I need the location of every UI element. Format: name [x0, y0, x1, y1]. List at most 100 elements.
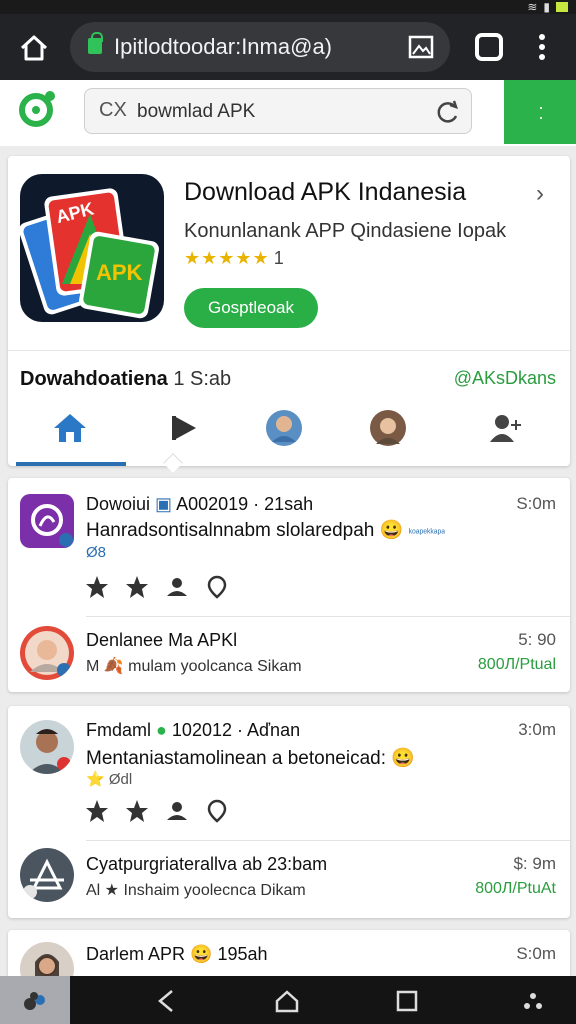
reply-time: 5: 90 — [518, 630, 556, 649]
share-user-icon[interactable] — [164, 798, 190, 824]
search-header: CX bowmlad APK · · — [0, 80, 576, 146]
post-actions — [84, 574, 230, 604]
more-options-tab[interactable]: · · — [504, 80, 576, 144]
status-bar: ≋ ▮ — [0, 0, 576, 14]
developer-handle[interactable]: @AKsDkans — [454, 368, 556, 389]
star-icon[interactable] — [124, 574, 150, 600]
feed-card: Fmdaml ● 102012 · Aďnan 3:0m Mentaniasta… — [8, 706, 570, 918]
post-date: A002019 · 21sah — [176, 494, 314, 514]
download-button[interactable]: Gosptleoak — [184, 288, 318, 328]
more-icon[interactable] — [520, 988, 546, 1014]
reply-link[interactable]: 800Л/Ptual — [478, 656, 556, 674]
tabs-icon[interactable] — [474, 32, 504, 62]
reply-meta: Al ★ Inshaim yoolecnca Dikam — [86, 882, 306, 899]
post-title: Fmdaml ● 102012 · Aďnan — [86, 720, 300, 741]
app-card: APK APK Download APK Indanesia › Konunla… — [8, 156, 570, 473]
post-date: 102012 · Aďnan — [171, 720, 301, 740]
user-photo-icon — [28, 729, 71, 774]
rating-stars: ★★★★★ — [184, 248, 270, 268]
post-avatar[interactable] — [20, 494, 74, 548]
verified-icon: ▣ — [155, 494, 173, 514]
wifi-icon: ≋ — [527, 0, 538, 14]
reply-meta: M 🍂 mulam yoolcanca Sikam — [86, 658, 302, 675]
location-icon[interactable] — [204, 574, 230, 600]
chevron-right-icon[interactable]: › — [536, 180, 544, 208]
app-logo-icon — [31, 504, 73, 547]
post-date: 195ah — [217, 944, 268, 964]
rating-count: 1 — [273, 248, 285, 268]
reply-title: Cyatpurgriaterallva ab 23:bam — [86, 854, 328, 874]
people-icon[interactable] — [486, 408, 526, 448]
triangle-logo-icon — [23, 858, 64, 899]
home-icon[interactable] — [274, 988, 300, 1014]
star-icon[interactable] — [84, 574, 110, 600]
divider — [8, 350, 570, 351]
post-time: 3:0m — [518, 720, 556, 739]
svg-text:APK: APK — [96, 260, 143, 285]
post-author[interactable]: Darlem APR 😀 — [86, 944, 212, 964]
developer-name[interactable]: Dowahdoatiena — [20, 368, 168, 390]
app-logo-icon[interactable] — [18, 88, 58, 128]
address-bar[interactable]: Ipitlodtoodar:Inma@a) — [70, 22, 450, 72]
avatar-icon[interactable] — [264, 408, 304, 448]
home-icon[interactable] — [50, 408, 90, 448]
lock-icon — [88, 32, 103, 54]
back-icon[interactable] — [154, 988, 180, 1014]
more-dots-icon: · · — [538, 97, 544, 127]
battery-icon — [556, 2, 568, 12]
developer-meta: 1 S:ab — [173, 368, 232, 390]
star-icon[interactable] — [84, 798, 110, 824]
reply-avatar[interactable] — [20, 626, 74, 680]
post-body-small: ᵏᵒᵃᵖᵉᵏᵏᵃᵖᵃ — [408, 528, 445, 539]
search-input[interactable]: bowmlad APK — [137, 101, 255, 123]
app-icon[interactable]: APK APK — [20, 174, 164, 322]
reply-link[interactable]: 800Л/PtuAt — [475, 880, 556, 898]
post-title: Dowoiui ▣ A002019 · 21sah — [86, 494, 313, 515]
active-tab-indicator — [16, 462, 126, 466]
divider — [86, 616, 570, 617]
post-body: Mentaniastamolinean a betoneicad: 😀 — [86, 748, 415, 769]
clear-search-icon[interactable]: CX — [99, 99, 127, 122]
app-subtitle: Konunlanank APP Qindasiene Iopak — [184, 220, 507, 242]
feed-card: Dowoiui ▣ A002019 · 21sah S:0m Hanradson… — [8, 478, 570, 692]
post-author[interactable]: Dowoiui — [86, 494, 150, 514]
post-tag[interactable]: ⭐ Ødl — [86, 770, 132, 788]
post-time: S:0m — [516, 944, 556, 963]
reply-avatar[interactable] — [20, 848, 74, 902]
post-title: Darlem APR 😀 195ah — [86, 944, 268, 965]
reply-title: Denlanee Ma APKl — [86, 630, 238, 650]
star-icon[interactable] — [124, 798, 150, 824]
rating: ★★★★★ 1 — [184, 248, 285, 269]
app-nav — [8, 402, 570, 466]
post-actions — [84, 798, 230, 828]
apk-cards-icon: APK APK — [20, 188, 159, 319]
home-icon[interactable] — [16, 30, 52, 66]
assistant-button[interactable] — [0, 976, 70, 1024]
developer-row: Dowahdoatiena 1 S:ab — [20, 368, 231, 391]
post-body-text: Hanradsontisalnnabm slolaredpah 😀 — [86, 520, 404, 541]
post-author[interactable]: Fmdaml — [86, 720, 151, 740]
reply-time: $: 9m — [513, 854, 556, 873]
signal-icon: ▮ — [543, 0, 550, 14]
post-time: S:0m — [516, 494, 556, 513]
divider — [86, 840, 570, 841]
post-avatar[interactable] — [20, 720, 74, 774]
assistant-icon — [24, 992, 45, 1010]
post-body: Hanradsontisalnnabm slolaredpah 😀 ᵏᵒᵃᵖᵉᵏ… — [86, 518, 445, 542]
verified-icon: ● — [156, 720, 167, 740]
app-title: Download APK Indanesia — [184, 178, 467, 206]
image-icon[interactable] — [408, 34, 434, 60]
share-user-icon[interactable] — [164, 574, 190, 600]
system-nav-bar — [0, 976, 576, 1024]
user-photo-icon — [25, 631, 71, 677]
search-box[interactable]: CX bowmlad APK — [84, 88, 472, 134]
recents-icon[interactable] — [394, 988, 420, 1014]
location-icon[interactable] — [204, 798, 230, 824]
refresh-icon[interactable] — [435, 99, 461, 125]
play-icon[interactable] — [164, 408, 204, 448]
menu-icon[interactable] — [532, 32, 552, 62]
browser-toolbar: Ipitlodtoodar:Inma@a) — [0, 14, 576, 80]
url-text[interactable]: Ipitlodtoodar:Inma@a) — [114, 34, 332, 60]
post-tag[interactable]: Ø8 — [86, 544, 106, 561]
avatar-icon[interactable] — [368, 408, 408, 448]
